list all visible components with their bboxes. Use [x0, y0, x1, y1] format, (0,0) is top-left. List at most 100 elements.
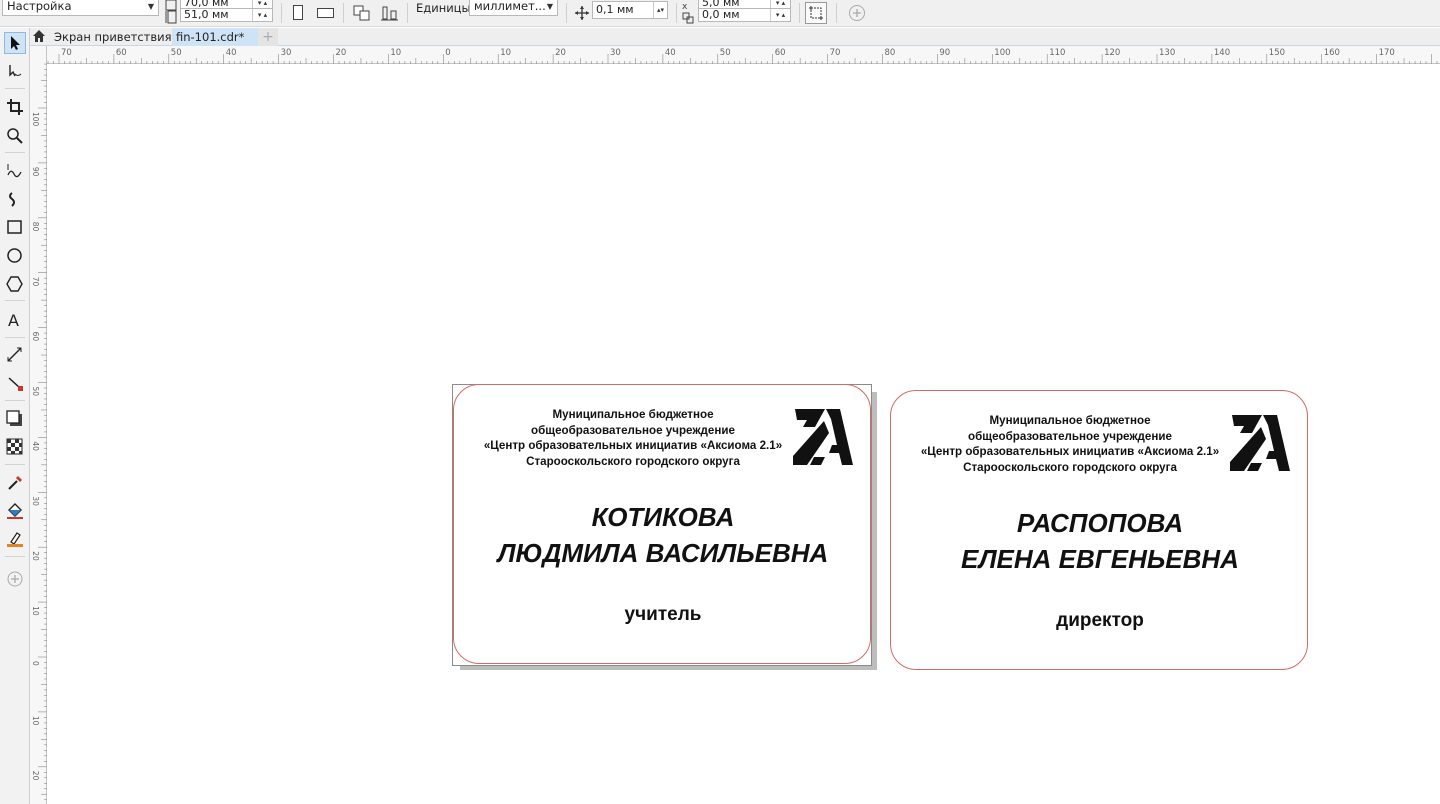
separator — [407, 3, 408, 23]
ruler-label: 90 — [31, 167, 40, 177]
rectangle-tool-icon — [7, 220, 22, 234]
org-line: Старооскольского городского округа — [963, 460, 1177, 474]
portrait-icon[interactable] — [287, 2, 309, 24]
ruler-label: 40 — [31, 441, 40, 451]
page-frame-icon[interactable] — [805, 2, 827, 24]
zoom-tool[interactable] — [4, 125, 26, 147]
ruler-label: 70 — [830, 48, 841, 58]
units-label: Единицы: — [416, 1, 475, 15]
nudge-value: 0,1 мм — [596, 3, 634, 16]
separator — [5, 337, 25, 338]
ruler-label: 10 — [390, 48, 401, 58]
drop-shadow-tool[interactable] — [4, 408, 26, 430]
axioma-logo-icon — [1230, 415, 1290, 471]
ruler-label: 10 — [31, 606, 40, 616]
ruler-label: 50 — [31, 387, 40, 397]
org-line: Муниципальное бюджетное — [989, 414, 1151, 427]
ruler-label: 90 — [939, 48, 950, 58]
ruler-label: 80 — [31, 222, 40, 232]
shape-tool-icon — [9, 65, 22, 77]
polygon-tool[interactable] — [4, 273, 26, 295]
drop-shadow — [872, 392, 877, 668]
horizontal-ruler-ticks: 70 60 50 40 30 20 10 0 10 20 30 40 50 60 70 80 90 100 110 1… — [47, 48, 1438, 64]
chevron-down-icon[interactable]: ▼ — [144, 0, 158, 15]
dimension-tool[interactable] — [4, 344, 26, 366]
freehand-tool[interactable] — [4, 160, 26, 182]
eyedropper-icon — [8, 476, 22, 490]
vertical-ruler[interactable]: 100 90 80 70 60 50 40 30 20 10 0 10 20 — [30, 46, 47, 804]
ruler-label: 70 — [31, 277, 40, 287]
ruler-label: 80 — [885, 48, 896, 58]
org-line: Старооскольского городского округа — [526, 454, 740, 468]
ruler-label: 10 — [500, 48, 511, 58]
text-tool-icon: A — [8, 311, 19, 329]
add-tool-button[interactable] — [4, 568, 26, 590]
org-line: «Центр образовательных инициатив «Аксиом… — [920, 445, 1220, 458]
height-stepper[interactable]: ▾ ▴ — [252, 9, 272, 21]
ruler-label: 170 — [1379, 48, 1395, 58]
badge-surname: КОТИКОВА — [591, 502, 735, 532]
artistic-media-tool[interactable] — [4, 188, 26, 210]
interactive-fill-tool[interactable] — [4, 500, 26, 522]
name-badge-card[interactable]: Муниципальное бюджетное общеобразователь… — [453, 384, 871, 664]
ruler-label: 70 — [61, 48, 72, 58]
ruler-label: 120 — [1104, 48, 1120, 58]
badge-role: учитель — [624, 604, 702, 625]
freehand-tool-icon — [7, 164, 22, 178]
axioma-logo-icon — [793, 409, 853, 465]
horizontal-ruler[interactable]: 70 60 50 40 30 20 10 0 10 20 30 40 50 60 70 80 90 100 110 1… — [47, 46, 1440, 64]
text-tool[interactable]: A — [4, 309, 26, 331]
current-page-icon[interactable] — [379, 2, 401, 24]
chevron-down-icon[interactable]: ▼ — [543, 0, 557, 15]
ruler-label: 100 — [994, 48, 1010, 58]
smart-fill-tool[interactable] — [4, 528, 26, 550]
tab-welcome-label: Экран приветствия — [54, 30, 172, 44]
ruler-label: 10 — [31, 716, 40, 726]
separator — [5, 400, 25, 401]
shape-tool[interactable] — [4, 61, 26, 83]
rectangle-tool[interactable] — [4, 217, 26, 239]
duplicate-y-field[interactable]: 0,0 мм ▾ ▴ — [698, 8, 791, 22]
height-field[interactable]: 51,0 мм ▾ ▴ — [180, 8, 273, 22]
nudge-stepper[interactable]: ▴▾ — [653, 2, 667, 18]
crop-tool[interactable] — [4, 96, 26, 118]
duplicate-y-stepper[interactable]: ▾ ▴ — [770, 9, 790, 21]
drop-shadow-icon — [6, 410, 22, 426]
units-dropdown[interactable]: миллимет... ▼ — [469, 0, 558, 16]
org-line: общеобразовательное учреждение — [531, 423, 735, 437]
property-bar: Настройка ▼ 70,0 мм ▾ ▴ 51,0 мм ▾ ▴ Един… — [0, 0, 1440, 27]
transparency-icon — [6, 438, 23, 455]
connector-tool[interactable] — [4, 373, 26, 395]
all-pages-icon[interactable] — [351, 2, 373, 24]
ruler-label: 40 — [226, 48, 237, 58]
preset-dropdown[interactable]: Настройка ▼ — [2, 0, 159, 16]
nudge-field[interactable]: 0,1 мм ▴▾ — [592, 1, 668, 19]
org-line: Муниципальное бюджетное — [552, 408, 714, 421]
ruler-label: 110 — [1049, 48, 1065, 58]
units-value: миллимет... — [474, 0, 546, 13]
landscape-icon[interactable] — [315, 2, 337, 24]
home-icon[interactable] — [30, 27, 48, 45]
transparency-tool[interactable] — [4, 436, 26, 458]
pick-tool[interactable] — [4, 32, 26, 54]
tab-welcome[interactable]: Экран приветствия — [54, 28, 172, 46]
vertical-ruler-ticks: 10090807060504030201001020 — [31, 63, 47, 801]
ruler-label: 140 — [1214, 48, 1230, 58]
name-badge-card[interactable]: Муниципальное бюджетное общеобразователь… — [890, 390, 1308, 670]
eyedropper-tool[interactable] — [4, 472, 26, 494]
add-icon[interactable] — [846, 2, 868, 24]
separator — [281, 3, 282, 23]
separator — [343, 3, 344, 23]
ruler-label: 30 — [610, 48, 621, 58]
ruler-label: 20 — [336, 48, 347, 58]
ruler-label: 20 — [31, 771, 40, 781]
new-tab-button[interactable]: + — [258, 28, 278, 46]
ruler-label: 20 — [31, 551, 40, 561]
ellipse-tool[interactable] — [4, 245, 26, 267]
ruler-label: 30 — [31, 496, 40, 506]
badge-surname: РАСПОПОВА — [1016, 508, 1184, 538]
separator — [676, 3, 677, 23]
preset-value: Настройка — [7, 0, 72, 13]
ruler-label: 0 — [445, 48, 450, 58]
tab-document[interactable]: fin-101.cdr* — [172, 28, 258, 46]
